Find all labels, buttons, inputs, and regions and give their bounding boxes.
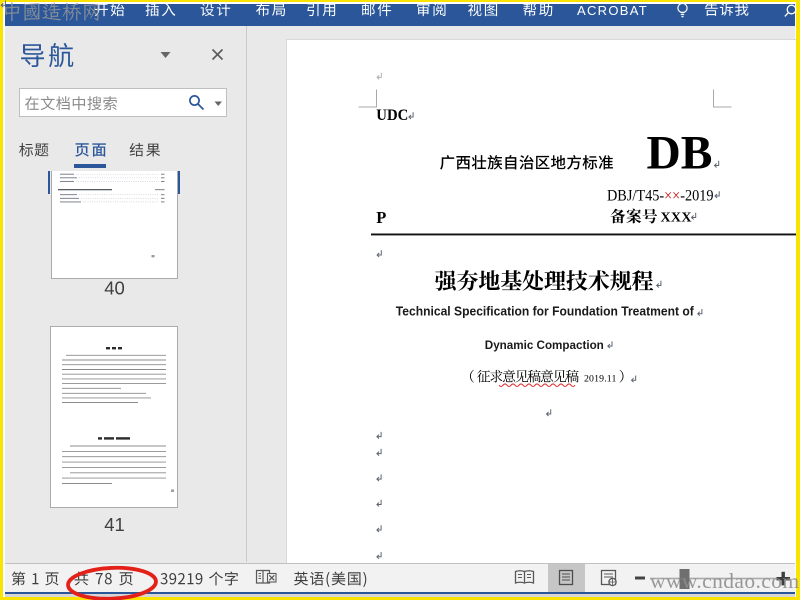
svg-text:P: P xyxy=(376,208,386,227)
svg-text:Dynamic Compaction: Dynamic Compaction xyxy=(485,338,604,352)
svg-text:UDC: UDC xyxy=(376,107,408,124)
svg-text:2019.11: 2019.11 xyxy=(584,373,617,384)
svg-text:XXX: XXX xyxy=(661,210,692,225)
svg-text:Technical Specification for Fo: Technical Specification for Foundation T… xyxy=(396,304,695,319)
svg-text:41: 41 xyxy=(104,514,125,535)
svg-text:ACROBAT: ACROBAT xyxy=(577,3,648,18)
svg-text:DB: DB xyxy=(647,128,713,180)
svg-text:www.cndao.com: www.cndao.com xyxy=(650,569,800,593)
svg-text:DBJ/T45-××-2019: DBJ/T45-××-2019 xyxy=(607,185,714,204)
svg-text:40: 40 xyxy=(104,278,125,299)
